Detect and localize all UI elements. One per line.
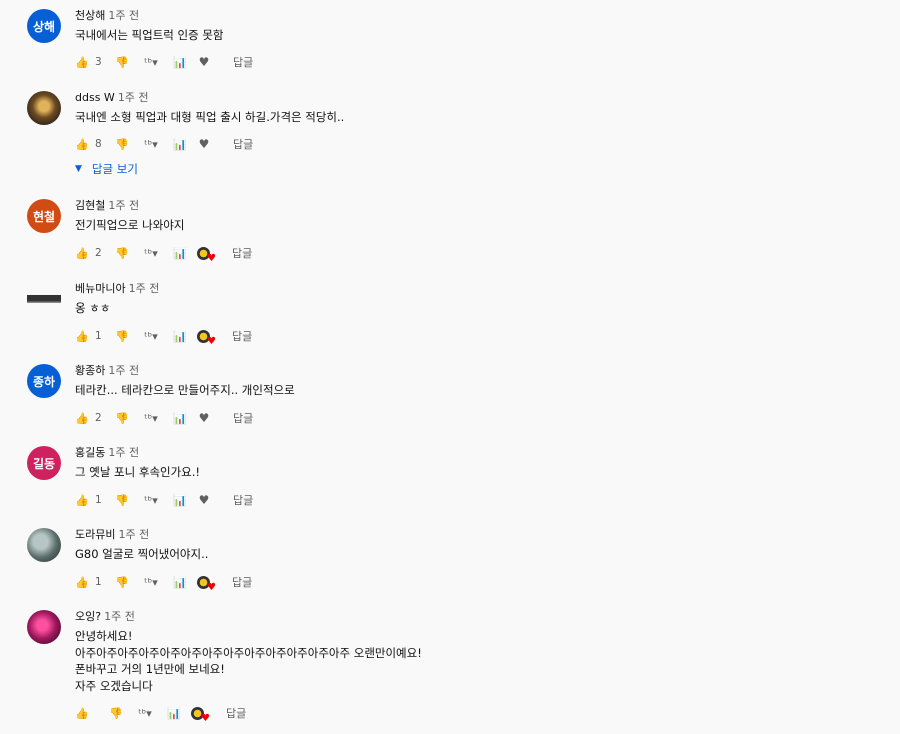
thumbs-down-icon[interactable]: 👎 xyxy=(109,706,123,720)
reply-button[interactable]: 답글 xyxy=(232,574,252,590)
reply-button[interactable]: 답글 xyxy=(233,492,253,508)
stats-icon[interactable]: 📊 xyxy=(173,246,187,260)
heart-icon[interactable]: ♥ xyxy=(197,137,211,151)
avatar[interactable] xyxy=(27,91,61,125)
comment-author[interactable]: 황종하 xyxy=(75,364,105,377)
like-count: 8 xyxy=(95,138,102,150)
comment-time[interactable]: 1주 전 xyxy=(104,610,135,623)
thumbs-up-icon[interactable]: 👍 xyxy=(75,246,89,260)
like-count: 3 xyxy=(95,56,102,68)
caret-down-icon: ▼ xyxy=(75,164,82,174)
stats-icon[interactable]: 📊 xyxy=(173,55,187,69)
thumbs-up-icon[interactable]: 👍 xyxy=(75,575,89,589)
comment-time[interactable]: 1주 전 xyxy=(118,91,149,104)
avatar[interactable]: 현철 xyxy=(27,199,61,233)
comment-text: 국내에서는 픽업트럭 인증 못함 xyxy=(75,28,224,42)
comment-time[interactable]: 1주 전 xyxy=(129,282,160,295)
reply-button[interactable]: 답글 xyxy=(226,705,246,721)
thumbs-down-icon[interactable]: 👎 xyxy=(115,493,129,507)
translate-icon[interactable]: ᵗᵇ▾ xyxy=(139,493,163,507)
comment-author[interactable]: 베뉴마니아 xyxy=(75,282,126,295)
comment-author[interactable]: 김현철 xyxy=(75,199,105,212)
translate-icon[interactable]: ᵗᵇ▾ xyxy=(139,575,163,589)
thumbs-up-icon[interactable]: 👍 xyxy=(75,493,89,507)
heart-icon[interactable]: ♥ xyxy=(197,411,211,425)
creator-heart-icon[interactable]: ♥ xyxy=(197,329,216,347)
creator-heart-icon[interactable]: ♥ xyxy=(197,246,216,264)
comment-author[interactable]: 도라뮤비 xyxy=(75,528,115,541)
avatar[interactable]: 종하 xyxy=(27,364,61,398)
translate-icon[interactable]: ᵗᵇ▾ xyxy=(139,55,163,69)
thumbs-down-icon[interactable]: 👎 xyxy=(115,329,129,343)
comment-text: G80 얼굴로 찍어냈어야지.. xyxy=(75,547,209,561)
stats-icon[interactable]: 📊 xyxy=(167,706,181,720)
like-count: 1 xyxy=(95,576,102,588)
comment-text: 전기픽업으로 나와야지 xyxy=(75,218,185,232)
reply-button[interactable]: 답글 xyxy=(233,136,253,152)
comment-time[interactable]: 1주 전 xyxy=(108,364,139,377)
creator-heart-icon[interactable]: ♥ xyxy=(191,706,210,724)
creator-heart-icon[interactable]: ♥ xyxy=(197,575,216,593)
stats-icon[interactable]: 📊 xyxy=(173,575,187,589)
stats-icon[interactable]: 📊 xyxy=(173,493,187,507)
thumbs-down-icon[interactable]: 👎 xyxy=(115,246,129,260)
avatar[interactable]: 길동 xyxy=(27,446,61,480)
thumbs-down-icon[interactable]: 👎 xyxy=(115,55,129,69)
translate-icon[interactable]: ᵗᵇ▾ xyxy=(139,329,163,343)
reply-button[interactable]: 답글 xyxy=(232,328,252,344)
comment-author[interactable]: ddss W xyxy=(75,91,115,104)
show-replies-button[interactable]: ▼ 답글 보기 xyxy=(75,161,138,177)
thumbs-up-icon[interactable]: 👍 xyxy=(75,55,89,69)
like-count: 2 xyxy=(95,247,102,259)
translate-icon[interactable]: ᵗᵇ▾ xyxy=(139,246,163,260)
comment-author[interactable]: 오잉? xyxy=(75,610,101,623)
comment-author[interactable]: 홍길동 xyxy=(75,446,105,459)
like-count: 2 xyxy=(95,412,102,424)
thumbs-up-icon[interactable]: 👍 xyxy=(75,706,89,720)
comment-text: 안녕하세요! 아주아주아주아주아주아주아주아주아주아주아주아주아주 오랜만이예요… xyxy=(75,629,422,693)
avatar[interactable] xyxy=(27,282,61,316)
thumbs-down-icon[interactable]: 👎 xyxy=(115,411,129,425)
comment-author[interactable]: 천상해 xyxy=(75,9,105,22)
show-replies-label: 답글 보기 xyxy=(91,162,138,176)
reply-button[interactable]: 답글 xyxy=(233,410,253,426)
comment-time[interactable]: 1주 전 xyxy=(108,446,139,459)
comment-text: 국내엔 소형 픽업과 대형 픽업 출시 하길.가격은 적당히.. xyxy=(75,110,345,124)
stats-icon[interactable]: 📊 xyxy=(173,137,187,151)
avatar[interactable] xyxy=(27,610,61,644)
like-count: 1 xyxy=(95,330,102,342)
comment-text: 옹 ㅎㅎ xyxy=(75,301,111,315)
reply-button[interactable]: 답글 xyxy=(232,245,252,261)
avatar[interactable]: 상해 xyxy=(27,9,61,43)
stats-icon[interactable]: 📊 xyxy=(173,329,187,343)
comment-time[interactable]: 1주 전 xyxy=(118,528,149,541)
thumbs-down-icon[interactable]: 👎 xyxy=(115,137,129,151)
avatar[interactable] xyxy=(27,528,61,562)
heart-icon[interactable]: ♥ xyxy=(197,493,211,507)
thumbs-up-icon[interactable]: 👍 xyxy=(75,137,89,151)
comment-time[interactable]: 1주 전 xyxy=(108,199,139,212)
comment-time[interactable]: 1주 전 xyxy=(108,9,139,22)
stats-icon[interactable]: 📊 xyxy=(173,411,187,425)
translate-icon[interactable]: ᵗᵇ▾ xyxy=(133,706,157,720)
thumbs-up-icon[interactable]: 👍 xyxy=(75,329,89,343)
comment-text: 그 옛날 포니 후속인가요.! xyxy=(75,465,201,479)
reply-button[interactable]: 답글 xyxy=(233,54,253,70)
thumbs-down-icon[interactable]: 👎 xyxy=(115,575,129,589)
thumbs-up-icon[interactable]: 👍 xyxy=(75,411,89,425)
like-count: 1 xyxy=(95,494,102,506)
comment-text: 테라칸... 테라칸으로 만들어주지.. 개인적으로 xyxy=(75,383,295,397)
translate-icon[interactable]: ᵗᵇ▾ xyxy=(139,411,163,425)
translate-icon[interactable]: ᵗᵇ▾ xyxy=(139,137,163,151)
heart-icon[interactable]: ♥ xyxy=(197,55,211,69)
